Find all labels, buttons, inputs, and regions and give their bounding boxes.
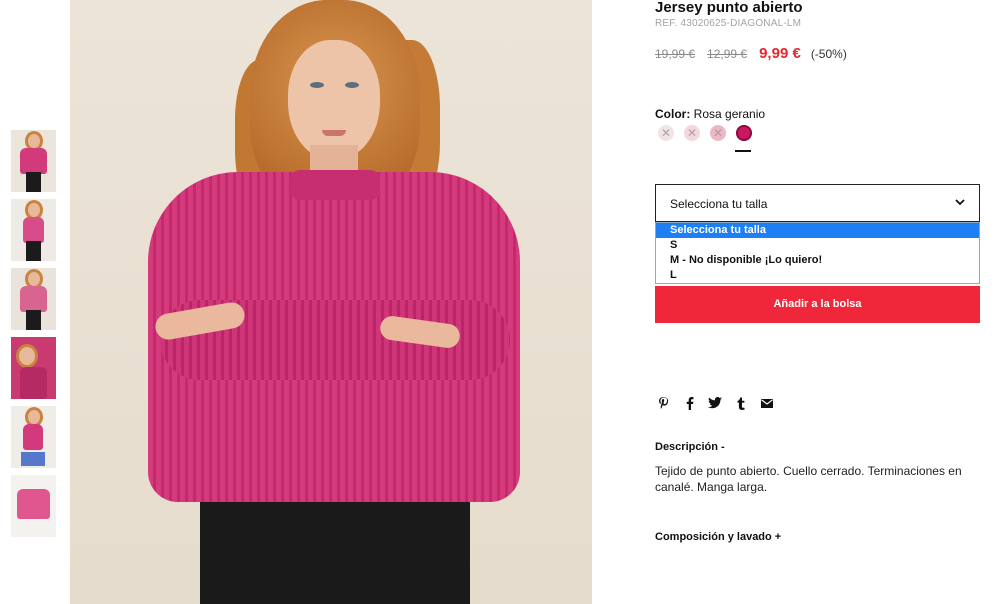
composition-toggle[interactable]: Composición y lavado + [655,531,781,543]
description-toggle[interactable]: Descripción - [655,441,725,453]
facebook-icon[interactable] [681,395,697,411]
thumbnail-5[interactable] [11,406,56,468]
thumbnail-6[interactable] [11,475,56,537]
color-swatch-2[interactable] [684,125,700,141]
color-label: Color: [655,107,691,121]
color-swatches [658,125,762,141]
color-value: Rosa geranio [693,107,766,121]
selected-swatch-indicator [735,150,751,152]
product-ref: REF. 43020625-DIAGONAL-LM [655,18,802,29]
product-main-image [70,0,592,604]
price-original: 19,99 € [655,47,696,61]
color-swatch-4[interactable] [736,125,752,141]
thumbnail-4[interactable] [11,337,56,399]
size-select[interactable]: Selecciona tu talla [655,184,980,222]
size-dropdown: Selecciona tu talla S M - No disponible … [655,222,980,284]
price-current: 9,99 € [759,45,801,62]
thumbnail-1[interactable] [11,130,56,192]
mail-icon[interactable] [759,395,775,411]
thumbnail-3[interactable] [11,268,56,330]
thumbnail-list [11,130,56,544]
discount-badge: (-50%) [810,47,847,61]
size-select-label: Selecciona tu talla [670,197,768,211]
tumblr-icon[interactable] [733,395,749,411]
pinterest-icon[interactable] [655,395,671,411]
description-text: Tejido de punto abierto. Cuello cerrado.… [655,464,962,494]
product-title: Jersey punto abierto [655,0,803,16]
chevron-down-icon [955,199,965,206]
size-option-s[interactable]: S [656,238,979,253]
size-option-placeholder[interactable]: Selecciona tu talla [656,223,979,238]
thumbnail-2[interactable] [11,199,56,261]
price-row: 19,99 € 12,99 € 9,99 € (-50%) [655,45,847,62]
twitter-icon[interactable] [707,395,723,411]
price-previous: 12,99 € [707,47,748,61]
size-option-l[interactable]: L [656,268,979,283]
social-share [655,395,785,411]
color-swatch-3[interactable] [710,125,726,141]
add-to-bag-button[interactable]: Añadir a la bolsa [655,286,980,323]
color-label-row: Color: Rosa geranio [655,107,765,121]
color-swatch-1[interactable] [658,125,674,141]
size-option-m[interactable]: M - No disponible ¡Lo quiero! [656,253,979,268]
